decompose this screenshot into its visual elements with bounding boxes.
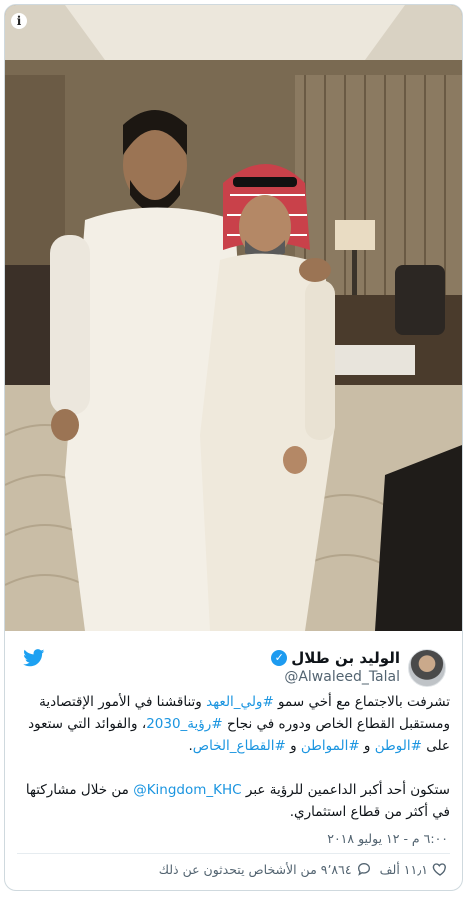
hashtag-vision-2030[interactable]: #رؤية_2030 bbox=[146, 716, 222, 732]
twitter-bird-icon[interactable] bbox=[23, 649, 45, 667]
tweet-text: تشرفت بالاجتماع مع أخي سمو #ولي_العهد وت… bbox=[17, 691, 450, 823]
hashtag-crown-prince[interactable]: #ولي_العهد bbox=[206, 694, 274, 710]
hashtag-nation[interactable]: #الوطن bbox=[375, 738, 422, 754]
text-segment: و bbox=[359, 738, 375, 754]
heart-icon bbox=[432, 863, 446, 876]
like-action[interactable]: ١١٫١ ألف bbox=[380, 861, 448, 877]
tweet-embed-card: i الوليد بن طلال ✓ @Alwaleed_Talal تشرفت… bbox=[4, 4, 463, 891]
tweet-timestamp[interactable]: ٦:٠٠ م - ١٢ يوليو ٢٠١٨ bbox=[327, 831, 448, 846]
hashtag-private-sector[interactable]: #القطاع_الخاص bbox=[193, 738, 286, 754]
replies-text: ٩٬٨٦٤ من الأشخاص يتحدثون عن ذلك bbox=[158, 861, 352, 877]
like-count: ١١٫١ ألف bbox=[379, 861, 428, 877]
info-icon[interactable]: i bbox=[11, 13, 27, 29]
divider bbox=[17, 853, 450, 854]
author-display-name[interactable]: الوليد بن طلال bbox=[291, 649, 400, 667]
mention-kingdom-khc[interactable]: @Kingdom_KHC bbox=[133, 782, 241, 798]
text-segment: ستكون أحد أكبر الداعمين للرؤية عبر bbox=[241, 782, 450, 798]
author-handle[interactable]: @Alwaleed_Talal bbox=[284, 669, 400, 685]
author-name-row[interactable]: الوليد بن طلال ✓ bbox=[271, 649, 400, 667]
verified-badge-icon: ✓ bbox=[271, 650, 288, 666]
tweet-paragraph-2: ستكون أحد أكبر الداعمين للرؤية عبر @King… bbox=[17, 779, 450, 823]
photo-illustration bbox=[5, 5, 462, 631]
tweet-header: الوليد بن طلال ✓ @Alwaleed_Talal bbox=[5, 639, 462, 689]
hashtag-citizen[interactable]: #المواطن bbox=[301, 738, 360, 754]
text-segment: تشرفت بالاجتماع مع أخي سمو bbox=[273, 694, 450, 710]
tweet-actions: ١١٫١ ألف ٩٬٨٦٤ من الأشخاص يتحدثون عن ذلك bbox=[159, 861, 448, 877]
text-segment: و bbox=[285, 738, 301, 754]
avatar[interactable] bbox=[408, 649, 446, 687]
reply-action[interactable]: ٩٬٨٦٤ من الأشخاص يتحدثون عن ذلك bbox=[159, 861, 372, 877]
tweet-paragraph-1: تشرفت بالاجتماع مع أخي سمو #ولي_العهد وت… bbox=[17, 691, 450, 757]
speech-bubble-icon bbox=[357, 862, 370, 876]
tweet-photo[interactable]: i bbox=[5, 5, 462, 631]
